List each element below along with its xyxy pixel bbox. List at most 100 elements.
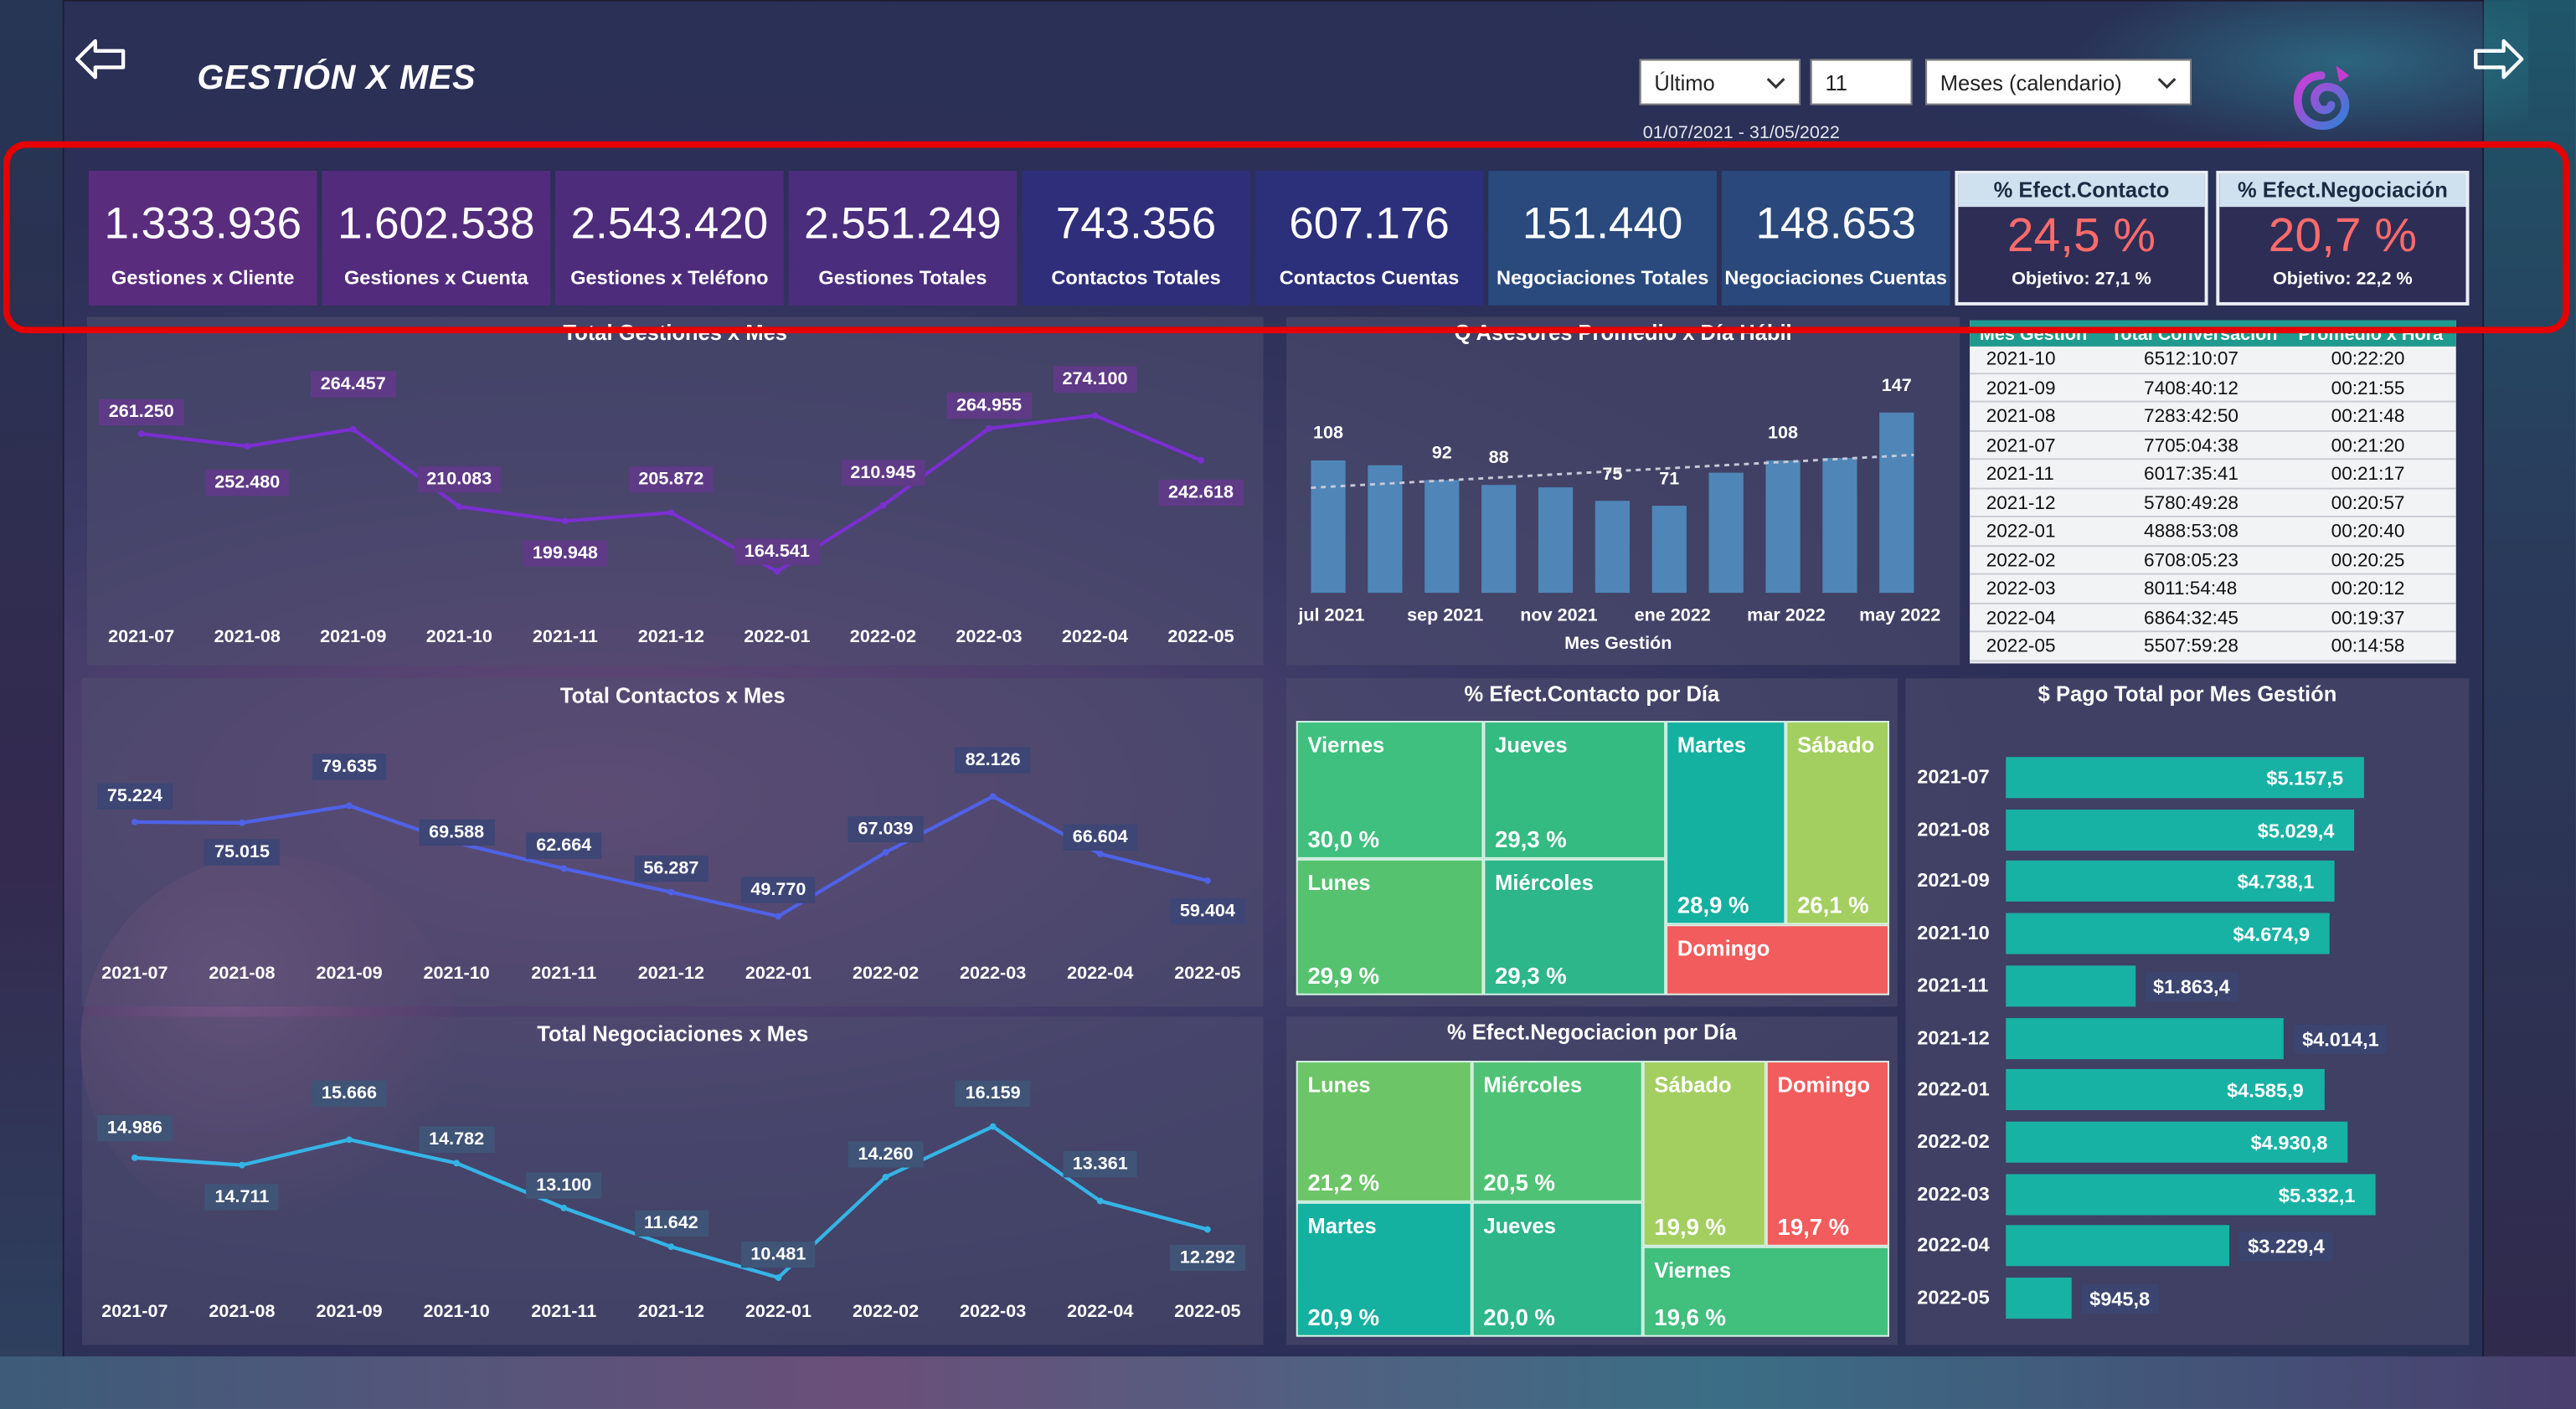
table-cell: 8011:54:48 xyxy=(2144,579,2238,599)
bar[interactable] xyxy=(1311,460,1346,594)
chevron-down-icon xyxy=(2157,78,2177,90)
data-point[interactable] xyxy=(773,568,781,575)
data-point[interactable] xyxy=(137,430,145,438)
data-label: 205.872 xyxy=(628,466,714,493)
treemap-cell[interactable]: Sábado 19,9 % xyxy=(1642,1061,1766,1247)
bar[interactable] xyxy=(2006,964,2136,1007)
data-point[interactable] xyxy=(1198,456,1204,464)
treemap-cell-value: 30,0 % xyxy=(1307,825,1380,853)
data-point[interactable] xyxy=(131,1154,138,1161)
bar[interactable] xyxy=(1651,506,1687,594)
y-tick-label: 2022-01 xyxy=(1917,1077,1990,1101)
data-point[interactable] xyxy=(244,443,251,450)
unit-dropdown[interactable]: Meses (calendario) xyxy=(1925,59,2192,105)
table-row[interactable]: 2022-03 8011:54:48 00:20:12 xyxy=(1970,576,2456,604)
bar[interactable] xyxy=(1765,460,1801,594)
treemap-cell[interactable]: Viernes 19,6 % xyxy=(1642,1246,1889,1337)
data-point[interactable] xyxy=(239,819,245,826)
table-row[interactable]: 2021-09 7408:40:12 00:21:55 xyxy=(1970,375,2456,403)
data-point[interactable] xyxy=(989,1123,997,1130)
count-input[interactable]: 11 xyxy=(1810,59,1913,105)
x-tick-label: 2022-03 xyxy=(956,627,1023,647)
data-point[interactable] xyxy=(349,425,357,433)
treemap-cell[interactable]: Viernes 30,0 % xyxy=(1296,721,1484,859)
x-tick-label: 2021-07 xyxy=(101,964,168,984)
data-point[interactable] xyxy=(561,517,569,525)
data-point[interactable] xyxy=(775,1274,782,1281)
bar[interactable] xyxy=(2006,1278,2072,1319)
bar[interactable] xyxy=(1481,485,1517,594)
data-point[interactable] xyxy=(456,503,463,511)
bar[interactable] xyxy=(1425,480,1460,594)
table-row[interactable]: 2021-07 7705:04:38 00:21:20 xyxy=(1970,433,2456,460)
data-point[interactable] xyxy=(667,1243,675,1251)
data-label: 75.015 xyxy=(204,839,280,866)
data-point[interactable] xyxy=(1203,1226,1211,1233)
data-label: 264.955 xyxy=(946,392,1032,419)
data-point[interactable] xyxy=(989,793,997,800)
data-point[interactable] xyxy=(879,501,887,509)
treemap-cell[interactable]: Jueves 29,3 % xyxy=(1483,721,1667,859)
data-point[interactable] xyxy=(560,865,568,872)
treemap-cell[interactable]: Domingo 19,7 % xyxy=(1765,1061,1889,1247)
table-cell: 2021-09 xyxy=(1986,378,2056,399)
data-point[interactable] xyxy=(560,1204,568,1211)
treemap-cell[interactable]: Sábado 26,1 % xyxy=(1785,721,1889,925)
treemap-cell[interactable]: Jueves 20,0 % xyxy=(1471,1201,1643,1337)
bar[interactable] xyxy=(1708,472,1744,594)
treemap-cell[interactable]: Miércoles 29,3 % xyxy=(1483,858,1667,995)
treemap-cell-value: 21,2 % xyxy=(1307,1169,1380,1196)
data-point[interactable] xyxy=(346,802,353,810)
arrow-left-icon[interactable] xyxy=(72,36,128,82)
table-row[interactable]: 2021-11 6017:35:41 00:21:17 xyxy=(1970,461,2456,489)
arrow-right-icon[interactable] xyxy=(2470,36,2527,82)
data-point[interactable] xyxy=(1091,412,1099,419)
data-point[interactable] xyxy=(1203,877,1211,884)
bar[interactable] xyxy=(1822,457,1857,594)
x-tick-label: 2021-11 xyxy=(532,627,598,647)
x-tick-label: 2022-05 xyxy=(1174,1302,1241,1323)
data-point[interactable] xyxy=(1096,851,1104,857)
data-point[interactable] xyxy=(882,1174,889,1180)
data-label: 264.457 xyxy=(310,372,396,399)
table-row[interactable]: 2021-12 5780:49:28 00:20:57 xyxy=(1970,491,2456,517)
table-row[interactable]: 2022-02 6708:05:23 00:20:25 xyxy=(1970,548,2456,575)
data-point[interactable] xyxy=(131,818,138,825)
bar[interactable] xyxy=(1879,412,1914,594)
treemap-cell[interactable]: Lunes 29,9 % xyxy=(1296,858,1484,995)
table-cell: 7705:04:38 xyxy=(2144,435,2239,456)
table-row[interactable]: 2021-10 6512:10:07 00:22:20 xyxy=(1970,347,2456,374)
treemap-cell-value: 20,0 % xyxy=(1483,1304,1555,1330)
table-cell: 6708:05:23 xyxy=(2144,551,2239,571)
bar[interactable] xyxy=(1538,487,1574,594)
data-label: 66.604 xyxy=(1062,824,1138,851)
table-row[interactable]: 2021-08 7283:42:50 00:21:48 xyxy=(1970,404,2456,431)
table-row[interactable]: 2022-05 5507:59:28 00:14:58 xyxy=(1970,634,2456,661)
data-point[interactable] xyxy=(1096,1197,1104,1205)
treemap-cell[interactable]: Martes 20,9 % xyxy=(1296,1201,1472,1337)
data-point[interactable] xyxy=(882,849,889,856)
treemap-cell-value: 29,9 % xyxy=(1307,962,1380,989)
table-row[interactable]: 2022-01 4888:53:08 00:20:40 xyxy=(1970,519,2456,547)
data-point[interactable] xyxy=(453,1160,461,1167)
data-point[interactable] xyxy=(667,888,675,896)
treemap-cell[interactable]: Miércoles 20,5 % xyxy=(1471,1061,1643,1202)
data-point[interactable] xyxy=(239,1161,245,1169)
table-row[interactable]: 2022-04 6864:32:45 00:19:37 xyxy=(1970,605,2456,633)
data-point[interactable] xyxy=(775,913,782,920)
table-cell: 2021-10 xyxy=(1986,349,2056,370)
treemap-cell[interactable]: Martes 28,9 % xyxy=(1666,721,1786,925)
table-cell: 00:20:40 xyxy=(2331,522,2405,543)
treemap-cell[interactable]: Domingo xyxy=(1666,924,1889,995)
bar[interactable] xyxy=(2006,1225,2230,1267)
treemap-cell[interactable]: Lunes 21,2 % xyxy=(1296,1061,1472,1202)
treemap-cell-value: 28,9 % xyxy=(1677,892,1749,918)
bar[interactable] xyxy=(1595,501,1631,594)
data-point[interactable] xyxy=(986,424,992,432)
data-label: 210.083 xyxy=(416,465,502,492)
period-dropdown[interactable]: Último xyxy=(1639,59,1801,105)
data-point[interactable] xyxy=(667,509,675,517)
x-tick-label: 2021-09 xyxy=(316,1302,383,1323)
bar[interactable] xyxy=(2006,1017,2285,1059)
data-point[interactable] xyxy=(346,1136,353,1144)
